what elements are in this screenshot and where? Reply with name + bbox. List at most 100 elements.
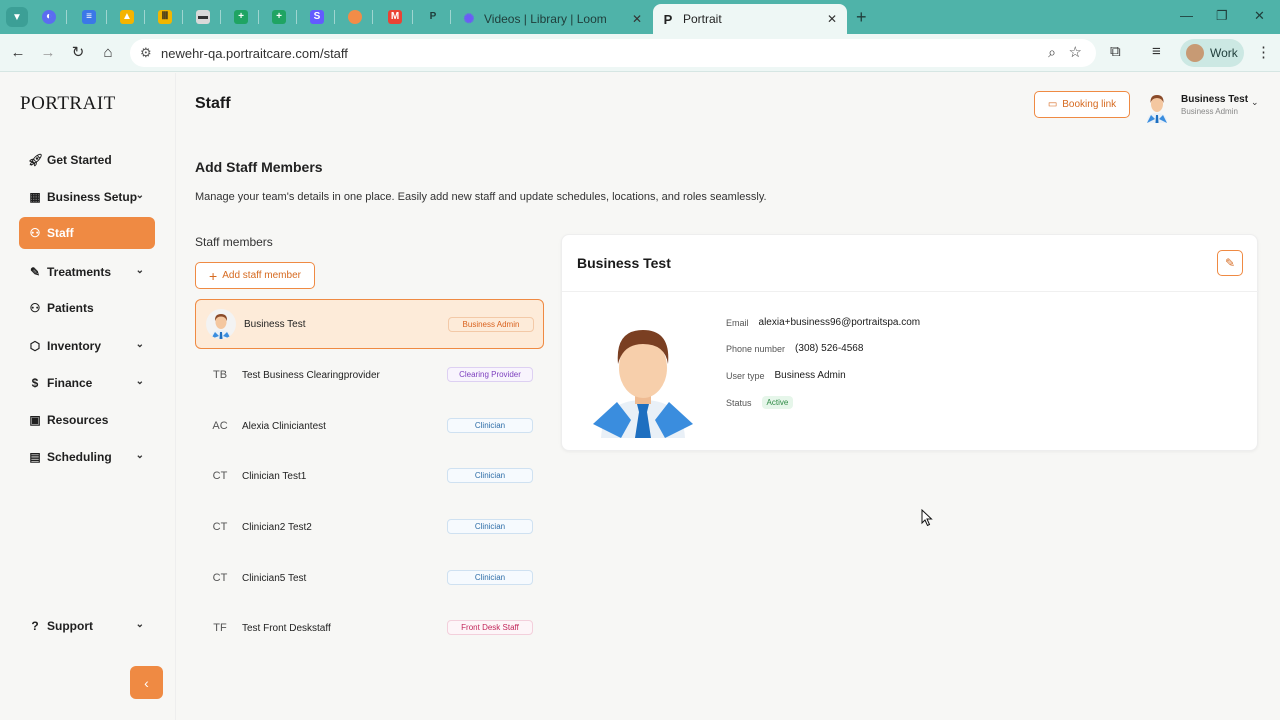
booking-link-button[interactable]: ▭ Booking link — [1034, 91, 1130, 118]
box-icon: ⬡ — [29, 339, 41, 353]
pinned-tab-portrait[interactable]: P — [424, 8, 442, 26]
staff-name: Test Business Clearingprovider — [242, 369, 380, 381]
chevron-down-icon: ⌄ — [135, 619, 144, 630]
chevron-down-icon: ⌄ — [135, 190, 144, 201]
minimize-icon[interactable]: — — [1180, 8, 1193, 23]
sidebar-item-business-setup[interactable]: ▦ Business Setup ⌄ — [19, 181, 155, 213]
pinned-tab-5[interactable] — [346, 8, 364, 26]
section-title: Add Staff Members — [195, 159, 323, 175]
user-name: Business Test — [1181, 94, 1249, 105]
avatar — [593, 330, 693, 438]
close-icon[interactable]: ✕ — [632, 12, 642, 26]
avatar — [1147, 95, 1167, 123]
pinned-tab-drive[interactable]: ▲ — [118, 8, 136, 26]
staff-members-heading: Staff members — [195, 235, 273, 249]
tab-loom[interactable]: ✺ Videos | Library | Loom ✕ — [456, 4, 652, 34]
close-icon[interactable]: ✕ — [827, 12, 837, 26]
sidebar-item-staff[interactable]: ⚇ Staff — [19, 217, 155, 249]
add-staff-member-label: Add staff member — [222, 270, 301, 281]
phone-value: (308) 526-4568 — [795, 343, 864, 354]
phone-row: Phone number (308) 526-4568 — [726, 343, 863, 354]
pinned-tab-4[interactable]: ▬ — [194, 8, 212, 26]
home-icon[interactable]: ⌂ — [98, 43, 118, 63]
patients-icon: ⚇ — [29, 301, 41, 315]
pinned-tab-sheets-2[interactable]: + — [270, 8, 288, 26]
sidebar-item-get-started[interactable]: 🚀︎ Get Started — [19, 144, 155, 176]
sidebar-item-label: Support — [47, 619, 93, 633]
phone-label: Phone number — [726, 343, 786, 354]
pinned-tab-3[interactable]: Ⅲ — [156, 8, 174, 26]
sidebar-item-label: Staff — [47, 226, 74, 240]
detail-staff-name: Business Test — [577, 255, 671, 271]
media-control-icon[interactable]: ≡ — [1152, 43, 1161, 60]
avatar — [206, 309, 236, 339]
portrait-favicon-icon: P — [663, 11, 673, 27]
staff-row[interactable]: CT Clinician5 Test Clinician — [195, 553, 544, 603]
restore-icon[interactable]: ❐ — [1216, 8, 1228, 24]
site-info-icon[interactable]: ⚙ — [140, 45, 152, 61]
loom-icon: ✺ — [463, 11, 475, 26]
pinned-tab-gmail[interactable]: M — [386, 8, 404, 26]
email-value: alexia+business96@portraitspa.com — [758, 317, 921, 328]
new-tab-button[interactable]: + — [856, 7, 867, 28]
sidebar-item-treatments[interactable]: ✎ Treatments ⌄ — [19, 256, 155, 288]
email-label: Email — [726, 317, 749, 328]
sidebar-item-scheduling[interactable]: ▤ Scheduling ⌄ — [19, 441, 155, 473]
staff-name: Business Test — [244, 318, 306, 330]
staff-row[interactable]: TB Test Business Clearingprovider Cleari… — [195, 350, 544, 400]
sidebar-item-label: Inventory — [47, 339, 102, 353]
role-badge: Clearing Provider — [447, 367, 533, 382]
profile-button[interactable]: Work — [1180, 39, 1244, 67]
sidebar-item-resources[interactable]: ▣ Resources — [19, 404, 155, 436]
profile-label: Work — [1210, 46, 1238, 60]
browser-tab-strip: ▼ ◐ ≡ ▲ Ⅲ ▬ + + S M P ✺ Videos | Library… — [0, 0, 1280, 34]
sidebar-item-patients[interactable]: ⚇ Patients — [19, 292, 155, 324]
initials-avatar: CT — [212, 521, 228, 533]
pinned-tab-stripe[interactable]: S — [308, 8, 326, 26]
edit-staff-button[interactable]: ✎ — [1217, 250, 1243, 276]
staff-row[interactable]: CT Clinician2 Test2 Clinician — [195, 502, 544, 552]
address-bar[interactable]: ⚙ newehr-qa.portraitcare.com/staff ⌕ ☆ — [130, 39, 1096, 67]
sidebar-item-label: Patients — [47, 301, 94, 315]
staff-name: Alexia Cliniciantest — [242, 420, 326, 432]
sidebar-item-inventory[interactable]: ⬡ Inventory ⌄ — [19, 330, 155, 362]
help-icon: ? — [31, 619, 39, 633]
staff-name: Clinician Test1 — [242, 470, 307, 482]
bookmark-star-icon[interactable]: ☆ — [1069, 43, 1082, 61]
sidebar-item-label: Get Started — [47, 153, 112, 167]
role-badge: Front Desk Staff — [447, 620, 533, 635]
staff-row[interactable]: TF Test Front Deskstaff Front Desk Staff — [195, 603, 544, 653]
user-menu[interactable]: Business Test Business Admin ⌄ — [1143, 91, 1263, 123]
pinned-tab-1[interactable]: ◐ — [40, 8, 58, 26]
booking-link-label: Booking link — [1062, 99, 1117, 110]
role-badge: Clinician — [447, 418, 533, 433]
sidebar-item-finance[interactable]: $ Finance ⌄ — [19, 367, 155, 399]
staff-row[interactable]: Business Test Business Admin — [195, 299, 544, 349]
forward-icon[interactable]: → — [38, 43, 58, 63]
tab-search-button[interactable]: ▼ — [6, 7, 28, 27]
browser-menu-icon[interactable]: ⋮ — [1256, 43, 1271, 61]
zoom-icon[interactable]: ⌕ — [1048, 44, 1056, 61]
resources-icon: ▣ — [29, 413, 41, 427]
users-icon: ⚇ — [29, 226, 41, 240]
pinned-tab-docs[interactable]: ≡ — [80, 8, 98, 26]
reload-icon[interactable]: ↻ — [68, 43, 88, 63]
window-close-icon[interactable]: ✕ — [1254, 8, 1265, 24]
sidebar: PORTRAIT 🚀︎ Get Started ▦ Business Setup… — [0, 73, 176, 720]
staff-row[interactable]: AC Alexia Cliniciantest Clinician — [195, 401, 544, 451]
extensions-icon[interactable]: ⧉ — [1110, 43, 1121, 60]
tab-portrait[interactable]: P Portrait ✕ — [653, 4, 847, 34]
email-row: Email alexia+business96@portraitspa.com — [726, 317, 920, 328]
sidebar-item-support[interactable]: ? Support ⌄ — [19, 610, 155, 642]
user-type-value: Business Admin — [774, 370, 846, 381]
status-row: Status Active — [726, 396, 794, 409]
collapse-sidebar-button[interactable]: ‹ — [130, 666, 163, 699]
url-text[interactable]: newehr-qa.portraitcare.com/staff — [161, 46, 348, 61]
add-staff-member-button[interactable]: + Add staff member — [195, 262, 315, 289]
user-type-row: User type Business Admin — [726, 370, 846, 381]
pinned-tab-sheets-1[interactable]: + — [232, 8, 250, 26]
portrait-logo[interactable]: PORTRAIT — [20, 93, 116, 115]
staff-row[interactable]: CT Clinician Test1 Clinician — [195, 451, 544, 501]
back-icon[interactable]: ← — [8, 43, 28, 63]
page-title: Staff — [195, 95, 231, 112]
